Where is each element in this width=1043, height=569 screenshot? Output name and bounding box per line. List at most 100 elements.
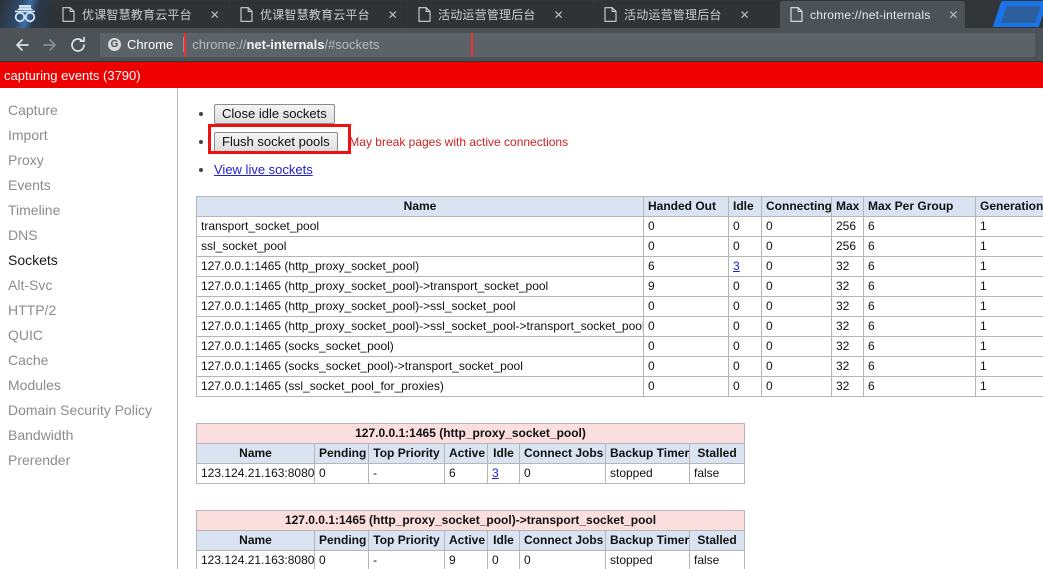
reload-button[interactable] xyxy=(64,31,92,59)
cell-pending: 0 xyxy=(315,551,369,569)
col-stalled[interactable]: Stalled xyxy=(690,444,745,464)
cell-name: 123.124.21.163:8080 xyxy=(197,551,315,569)
cell-stalled: false xyxy=(690,464,745,484)
col-max[interactable]: Max xyxy=(832,197,864,217)
cell-max-per-group: 6 xyxy=(864,217,976,237)
sidebar-item-quic[interactable]: QUIC xyxy=(0,323,177,348)
flush-socket-pools-button[interactable]: Flush socket pools xyxy=(214,132,338,152)
col-name[interactable]: Name xyxy=(197,531,315,551)
sidebar-item-import[interactable]: Import xyxy=(0,123,177,148)
cell-connecting: 0 xyxy=(762,277,832,297)
col-pending[interactable]: Pending xyxy=(315,444,369,464)
table-row: 123.124.21.163:8080 0 - 6 3 0 stopped fa… xyxy=(197,464,745,484)
sidebar-item-timeline[interactable]: Timeline xyxy=(0,198,177,223)
cell-max-per-group: 6 xyxy=(864,357,976,377)
col-idle[interactable]: Idle xyxy=(729,197,762,217)
browser-tab-strip: 优课智慧教育云平台 ✕ 优课智慧教育云平台 ✕ 活动运营管理后台 ✕ 活动运营管… xyxy=(0,0,1043,28)
sidebar-item-dns[interactable]: DNS xyxy=(0,223,177,248)
idle-count-link[interactable]: 3 xyxy=(492,466,499,480)
col-pending[interactable]: Pending xyxy=(315,531,369,551)
col-connect-jobs[interactable]: Connect Jobs xyxy=(520,531,606,551)
col-name[interactable]: Name xyxy=(197,197,644,217)
browser-tab-title: 优课智慧教育云平台 xyxy=(260,6,370,23)
close-icon[interactable]: ✕ xyxy=(386,8,400,22)
sidebar-item-capture[interactable]: Capture xyxy=(0,98,177,123)
col-idle[interactable]: Idle xyxy=(488,444,520,464)
cell-handed-out: 6 xyxy=(644,257,729,277)
chrome-logo-icon: G xyxy=(108,38,121,51)
browser-tab[interactable]: 优课智慧教育云平台 ✕ xyxy=(52,1,229,28)
col-generation[interactable]: Generation xyxy=(976,197,1043,217)
sidebar-item-alt-svc[interactable]: Alt-Svc xyxy=(0,273,177,298)
col-backup-timer[interactable]: Backup Timer xyxy=(606,444,690,464)
cell-active: 9 xyxy=(445,551,488,569)
browser-tab[interactable]: 活动运营管理后台 ✕ xyxy=(594,1,779,28)
browser-tab[interactable]: 优课智慧教育云平台 ✕ xyxy=(230,1,407,28)
col-name[interactable]: Name xyxy=(197,444,315,464)
col-active[interactable]: Active xyxy=(445,444,488,464)
omnibox[interactable]: G Chrome chrome://net-internals/#sockets xyxy=(100,33,1035,57)
sockets-panel: Close idle sockets Flush socket pools Ma… xyxy=(178,88,1043,569)
window-decoration-shape xyxy=(993,1,1043,27)
close-icon[interactable]: ✕ xyxy=(208,8,222,22)
view-live-sockets-link[interactable]: View live sockets xyxy=(214,162,313,177)
cell-generation: 1 xyxy=(976,337,1043,357)
col-connecting[interactable]: Connecting xyxy=(762,197,832,217)
cell-connecting: 0 xyxy=(762,257,832,277)
col-top-priority[interactable]: Top Priority xyxy=(369,444,445,464)
cell-max: 32 xyxy=(832,357,864,377)
cell-connecting: 0 xyxy=(762,217,832,237)
browser-tab[interactable]: 活动运营管理后台 ✕ xyxy=(408,1,593,28)
close-idle-sockets-button[interactable]: Close idle sockets xyxy=(214,104,335,124)
cell-idle: 0 xyxy=(729,357,762,377)
view-live-row: View live sockets xyxy=(214,158,1043,182)
cell-generation: 1 xyxy=(976,237,1043,257)
cell-idle: 0 xyxy=(729,217,762,237)
cell-max: 32 xyxy=(832,297,864,317)
close-icon[interactable]: ✕ xyxy=(946,8,960,22)
omnibox-url-text: chrome://net-internals/#sockets xyxy=(184,37,379,52)
cell-backup-timer: stopped xyxy=(606,464,690,484)
cell-generation: 1 xyxy=(976,357,1043,377)
close-icon[interactable]: ✕ xyxy=(738,8,752,22)
sidebar-item-proxy[interactable]: Proxy xyxy=(0,148,177,173)
col-connect-jobs[interactable]: Connect Jobs xyxy=(520,444,606,464)
sidebar-item-domain-security-policy[interactable]: Domain Security Policy xyxy=(0,398,177,423)
col-handed-out[interactable]: Handed Out xyxy=(644,197,729,217)
browser-tab-title: 优课智慧教育云平台 xyxy=(82,6,192,23)
cell-max-per-group: 6 xyxy=(864,297,976,317)
sidebar-item-events[interactable]: Events xyxy=(0,173,177,198)
omnibox-chip-label: Chrome xyxy=(127,37,173,52)
cell-max-per-group: 6 xyxy=(864,257,976,277)
forward-button[interactable] xyxy=(36,31,64,59)
col-active[interactable]: Active xyxy=(445,531,488,551)
col-backup-timer[interactable]: Backup Timer xyxy=(606,531,690,551)
sidebar-item-http2[interactable]: HTTP/2 xyxy=(0,298,177,323)
net-internals-sidebar: Capture Import Proxy Events Timeline DNS… xyxy=(0,88,178,569)
cell-idle: 0 xyxy=(729,277,762,297)
cell-max: 32 xyxy=(832,377,864,397)
sidebar-item-label: Bandwidth xyxy=(8,427,73,443)
close-icon[interactable]: ✕ xyxy=(552,8,566,22)
idle-count-link[interactable]: 3 xyxy=(733,259,740,273)
cell-max-per-group: 6 xyxy=(864,377,976,397)
sidebar-item-bandwidth[interactable]: Bandwidth xyxy=(0,423,177,448)
group-title: 127.0.0.1:1465 (http_proxy_socket_pool)-… xyxy=(197,511,745,531)
sidebar-item-sockets[interactable]: Sockets xyxy=(0,248,177,273)
col-top-priority[interactable]: Top Priority xyxy=(369,531,445,551)
browser-tab-active[interactable]: chrome://net-internals ✕ xyxy=(780,1,965,28)
browser-tab-title: 活动运营管理后台 xyxy=(438,6,536,23)
col-idle[interactable]: Idle xyxy=(488,531,520,551)
sidebar-item-modules[interactable]: Modules xyxy=(0,373,177,398)
cell-idle: 0 xyxy=(729,317,762,337)
cell-connecting: 0 xyxy=(762,317,832,337)
sidebar-item-cache[interactable]: Cache xyxy=(0,348,177,373)
sidebar-item-prerender[interactable]: Prerender xyxy=(0,448,177,473)
omnibox-scheme-chip: G Chrome xyxy=(100,33,183,57)
col-max-per-group[interactable]: Max Per Group xyxy=(864,197,976,217)
omnibox-url-area[interactable]: chrome://net-internals/#sockets xyxy=(184,33,1035,57)
col-stalled[interactable]: Stalled xyxy=(690,531,745,551)
page-icon xyxy=(62,7,75,22)
table-header-row: Name Pending Top Priority Active Idle Co… xyxy=(197,444,745,464)
back-button[interactable] xyxy=(8,31,36,59)
